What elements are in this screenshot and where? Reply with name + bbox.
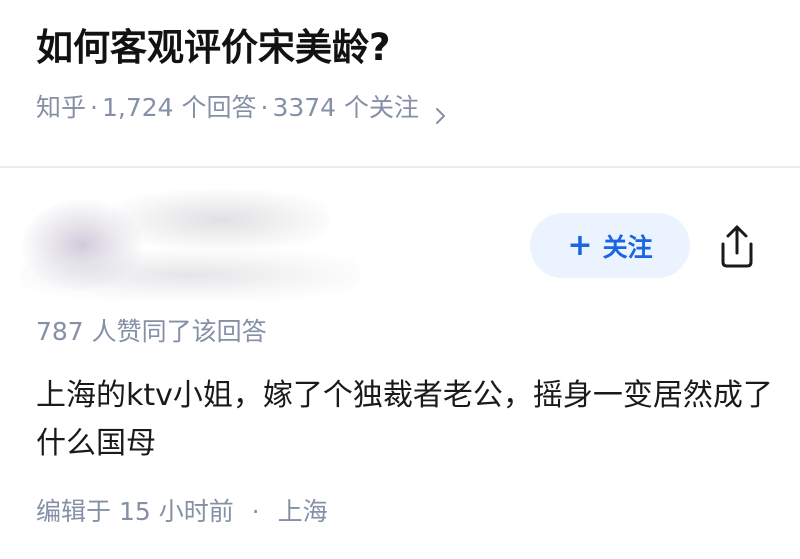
question-header: 如何客观评价宋美龄? 知乎 · 1,724 个回答 · 3374 个关注 — [0, 0, 800, 166]
meta-separator: · — [260, 93, 269, 122]
edit-time: 编辑于 15 小时前 — [36, 497, 234, 526]
question-title[interactable]: 如何客观评价宋美龄? — [36, 24, 390, 72]
blurred-author-name — [110, 190, 330, 250]
answer-footer: 编辑于 15 小时前 · 上海 — [36, 494, 328, 530]
ip-location: 上海 — [277, 497, 328, 526]
blurred-author-bio — [20, 250, 360, 300]
answer-author-blurred[interactable] — [0, 180, 520, 300]
meta-follower-count: 3374 个关注 — [272, 93, 420, 122]
question-meta[interactable]: 知乎 · 1,724 个回答 · 3374 个关注 — [36, 90, 447, 126]
plus-icon: + — [567, 227, 593, 263]
answer-content[interactable]: 上海的ktv小姐，嫁了个独裁者老公，摇身一变居然成了什么国母 — [36, 372, 776, 468]
share-icon[interactable] — [714, 222, 760, 270]
meta-separator: · — [90, 93, 98, 122]
follow-label: 关注 — [602, 232, 653, 262]
vote-count: 787 人赞同了该回答 — [36, 317, 267, 346]
footer-separator: · — [251, 497, 260, 526]
meta-answer-count: 1,724 个回答 — [101, 93, 257, 122]
section-divider — [0, 166, 800, 168]
chevron-right-icon[interactable] — [435, 99, 447, 124]
meta-source: 知乎 — [36, 93, 87, 122]
follow-button[interactable]: + 关注 — [530, 213, 690, 278]
